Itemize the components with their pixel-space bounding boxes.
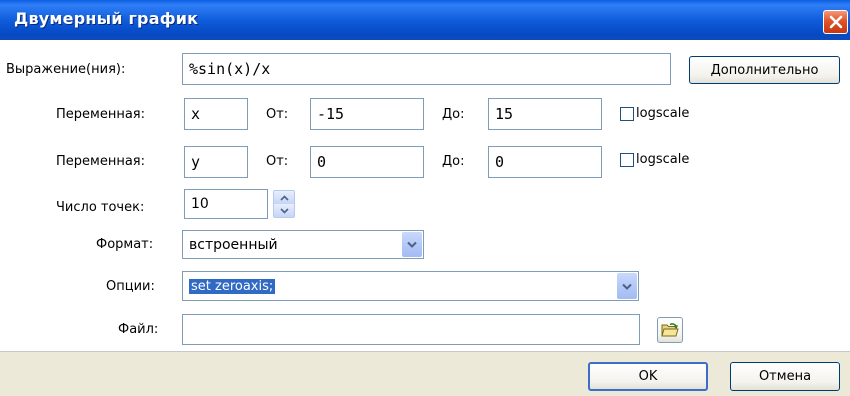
variable2-to-value: 0: [495, 153, 505, 171]
more-button[interactable]: Дополнительно: [689, 56, 840, 84]
spin-up-button[interactable]: [274, 191, 294, 204]
options-dropdown-button[interactable]: [617, 273, 637, 299]
options-label: Опции:: [106, 279, 155, 294]
variable2-from-label: От:: [266, 154, 289, 169]
file-input[interactable]: [182, 314, 640, 345]
variable2-value: y: [191, 153, 201, 171]
variable2-from-input[interactable]: 0: [310, 146, 424, 178]
variable2-input[interactable]: y: [184, 146, 248, 178]
expression-value: %sin(x)/x: [189, 60, 271, 78]
folder-open-icon: [661, 323, 679, 337]
variable2-logscale-label: logscale: [636, 152, 690, 167]
dialog-footer: OK Отмена: [0, 352, 850, 396]
variable2-label: Переменная:: [56, 154, 145, 169]
variable2-to-label: До:: [442, 154, 465, 169]
options-value: set zeroaxis;: [189, 278, 276, 294]
file-label: Файл:: [118, 322, 159, 337]
variable1-from-value: -15: [317, 105, 345, 123]
window-title: Двумерный график: [14, 9, 199, 28]
ok-button[interactable]: OK: [588, 362, 708, 391]
points-spinner: [273, 190, 295, 218]
variable1-from-label: От:: [266, 107, 289, 122]
plot2d-dialog: Двумерный график Выражение(ния): %sin(x)…: [0, 0, 850, 396]
close-button[interactable]: [823, 10, 848, 34]
chevron-down-icon: [622, 283, 632, 290]
chevron-up-icon: [279, 194, 289, 201]
format-dropdown-button[interactable]: [402, 232, 422, 257]
browse-button[interactable]: [657, 317, 683, 343]
variable1-to-input[interactable]: 15: [488, 98, 602, 130]
variable1-logscale-label: logscale: [636, 106, 690, 121]
points-value: 10: [191, 196, 209, 212]
options-select[interactable]: set zeroaxis;: [182, 271, 639, 301]
chevron-down-icon: [279, 207, 289, 214]
spin-down-button[interactable]: [274, 204, 294, 217]
expression-input[interactable]: %sin(x)/x: [182, 53, 671, 85]
variable2-logscale-checkbox[interactable]: [620, 153, 634, 167]
dialog-body: Выражение(ния): %sin(x)/x Дополнительно …: [0, 40, 850, 396]
format-value: встроенный: [189, 236, 278, 253]
variable1-input[interactable]: x: [184, 98, 248, 130]
more-button-label: Дополнительно: [710, 62, 819, 78]
points-input[interactable]: 10: [184, 189, 268, 219]
variable1-from-input[interactable]: -15: [310, 98, 424, 130]
cancel-button-label: Отмена: [758, 369, 812, 384]
variable1-logscale-checkbox[interactable]: [620, 107, 634, 121]
close-icon: [829, 15, 842, 29]
format-label: Формат:: [96, 237, 154, 252]
format-select[interactable]: встроенный: [182, 230, 424, 259]
variable2-to-input[interactable]: 0: [488, 146, 602, 178]
variable1-to-label: До:: [442, 107, 465, 122]
variable2-from-value: 0: [317, 153, 327, 171]
chevron-down-icon: [407, 241, 417, 248]
points-label: Число точек:: [56, 200, 145, 215]
title-bar[interactable]: Двумерный график: [0, 0, 850, 40]
variable1-to-value: 15: [495, 105, 514, 123]
variable1-value: x: [191, 105, 201, 123]
cancel-button[interactable]: Отмена: [730, 362, 840, 391]
expression-label: Выражение(ния):: [6, 62, 126, 77]
variable1-label: Переменная:: [56, 107, 145, 122]
ok-button-label: OK: [638, 369, 658, 384]
